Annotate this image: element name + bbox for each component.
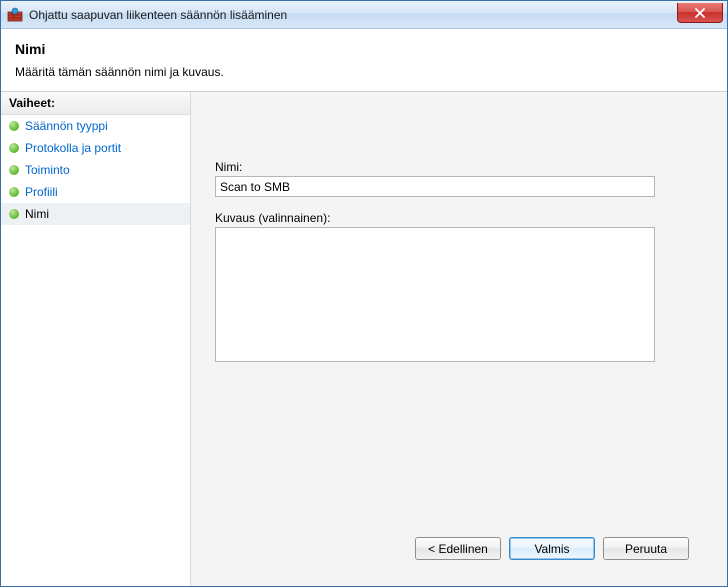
name-label: Nimi: — [215, 160, 703, 174]
page-title: Nimi — [15, 41, 713, 57]
step-bullet-icon — [9, 143, 19, 153]
back-button[interactable]: < Edellinen — [415, 537, 501, 560]
titlebar: Ohjattu saapuvan liikenteen säännön lisä… — [1, 1, 727, 29]
step-bullet-icon — [9, 165, 19, 175]
step-label: Toiminto — [25, 163, 70, 177]
description-input[interactable] — [215, 227, 655, 362]
steps-sidebar: Vaiheet: Säännön tyyppi Protokolla ja po… — [1, 92, 191, 586]
step-action[interactable]: Toiminto — [1, 159, 190, 181]
step-label: Protokolla ja portit — [25, 141, 121, 155]
form-area: Nimi: Kuvaus (valinnainen): — [215, 160, 703, 365]
steps-list: Säännön tyyppi Protokolla ja portit Toim… — [1, 115, 190, 225]
name-input[interactable] — [215, 176, 655, 197]
close-button[interactable] — [677, 3, 723, 23]
step-profile[interactable]: Profiili — [1, 181, 190, 203]
step-rule-type[interactable]: Säännön tyyppi — [1, 115, 190, 137]
firewall-icon — [7, 7, 23, 23]
step-name: Nimi — [1, 203, 190, 225]
step-label: Nimi — [25, 207, 49, 221]
close-icon — [695, 8, 705, 18]
step-bullet-icon — [9, 187, 19, 197]
wizard-header: Nimi Määritä tämän säännön nimi ja kuvau… — [1, 29, 727, 92]
window-title: Ohjattu saapuvan liikenteen säännön lisä… — [29, 8, 287, 22]
step-label: Säännön tyyppi — [25, 119, 108, 133]
finish-button[interactable]: Valmis — [509, 537, 595, 560]
step-bullet-icon — [9, 209, 19, 219]
wizard-window: Ohjattu saapuvan liikenteen säännön lisä… — [0, 0, 728, 587]
wizard-body: Vaiheet: Säännön tyyppi Protokolla ja po… — [1, 92, 727, 586]
description-label: Kuvaus (valinnainen): — [215, 211, 703, 225]
button-row: < Edellinen Valmis Peruuta — [215, 527, 703, 574]
step-bullet-icon — [9, 121, 19, 131]
cancel-button[interactable]: Peruuta — [603, 537, 689, 560]
steps-header: Vaiheet: — [1, 92, 190, 115]
step-label: Profiili — [25, 185, 58, 199]
page-subtitle: Määritä tämän säännön nimi ja kuvaus. — [15, 65, 713, 79]
step-protocol-ports[interactable]: Protokolla ja portit — [1, 137, 190, 159]
main-panel: Nimi: Kuvaus (valinnainen): < Edellinen … — [191, 92, 727, 586]
